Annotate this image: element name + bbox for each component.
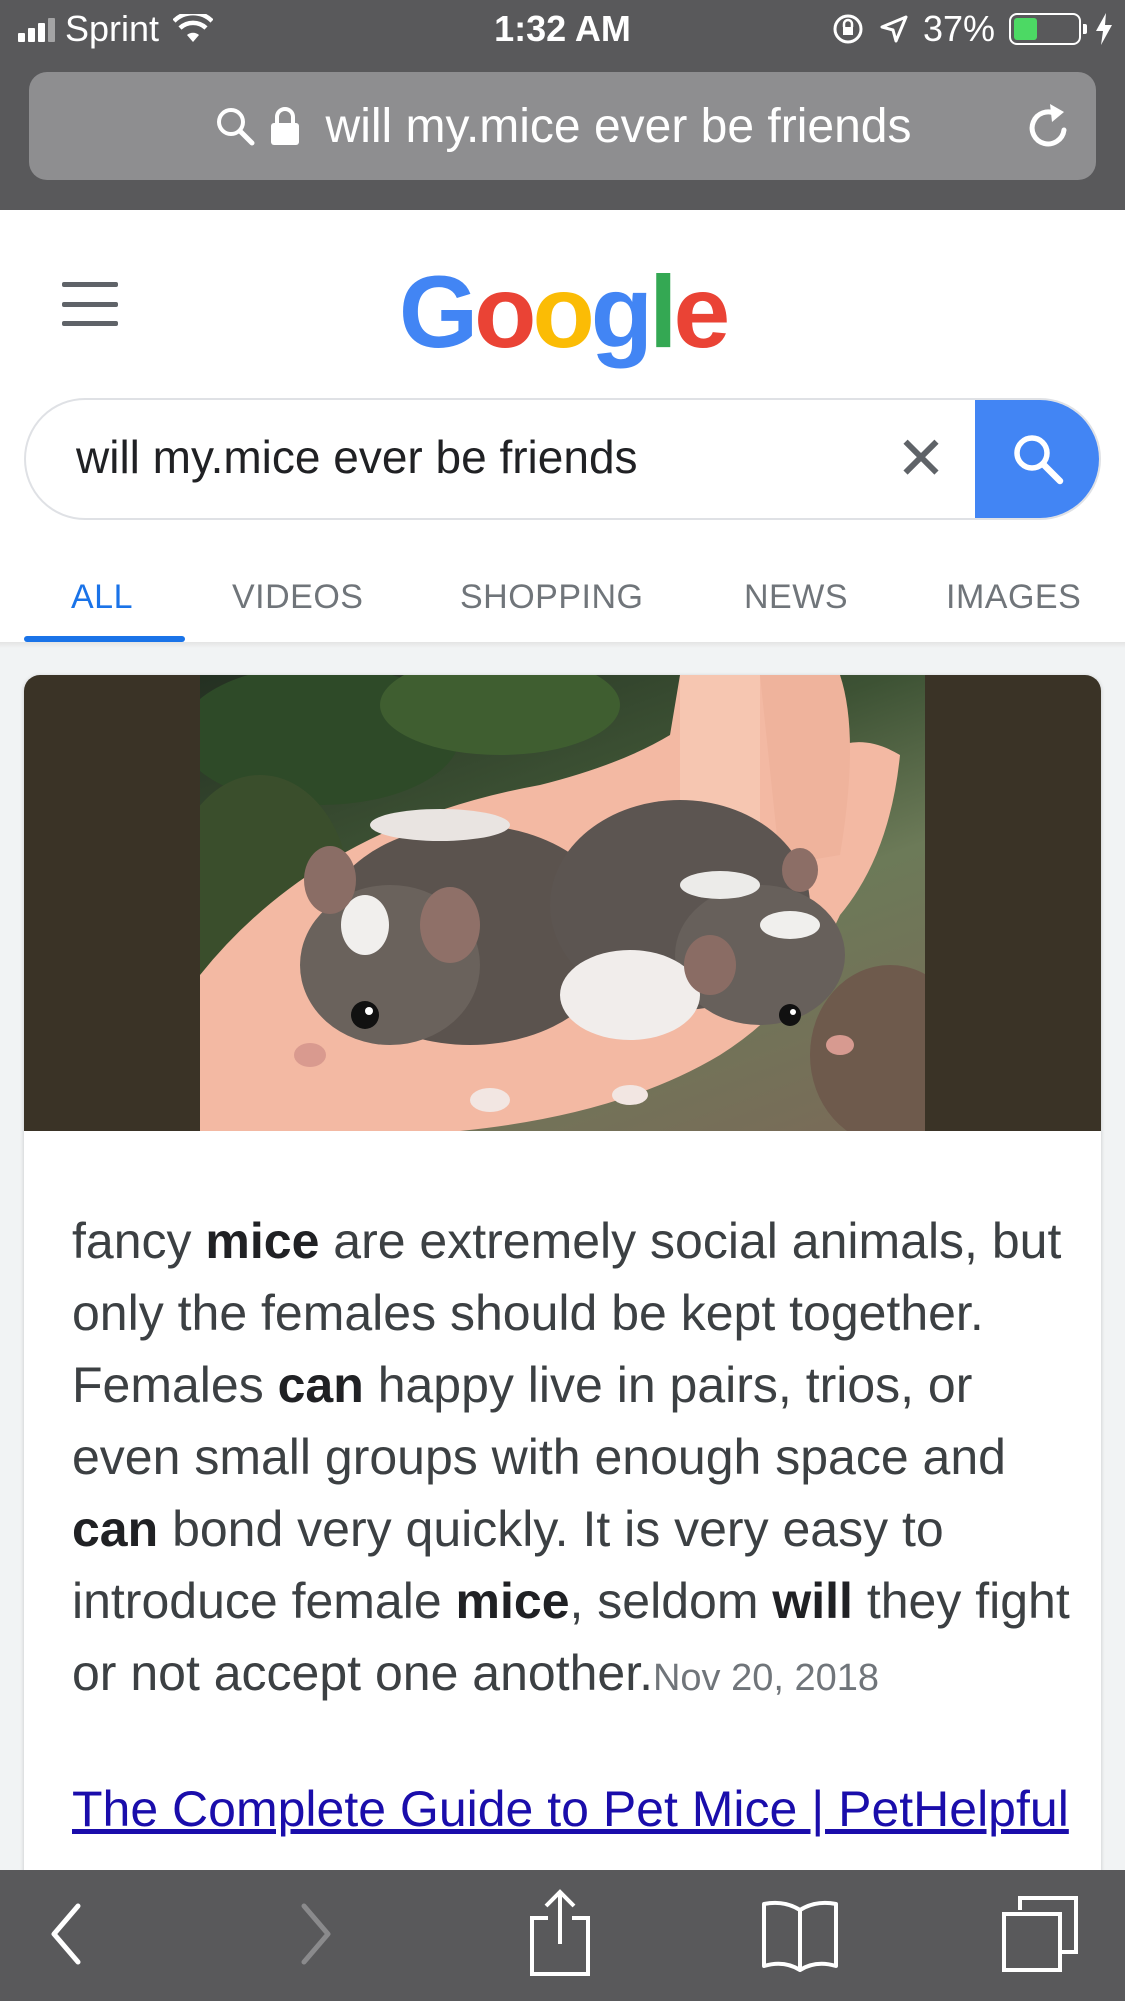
tab-shopping[interactable]: SHOPPING [460, 578, 643, 617]
snippet-date: Nov 20, 2018 [652, 1657, 880, 1699]
snippet-text: fancy mice are extremely social animals,… [72, 1205, 1072, 1714]
search-input[interactable]: will my.mice ever be friends [76, 430, 638, 484]
snippet-image-frame[interactable] [24, 675, 1101, 1131]
search-results-page: Google will my.mice ever be friends ✕ AL… [0, 210, 1125, 1935]
battery-percent: 37% [922, 8, 995, 49]
clear-icon[interactable]: ✕ [886, 424, 956, 494]
logo-letter: G [398, 255, 478, 369]
browser-top-chrome: Sprint 1:32 AM 37% will my.mice ever be … [0, 0, 1125, 210]
snippet-highlight: mice [205, 1213, 320, 1269]
logo-letter: g [590, 255, 653, 369]
search-button[interactable] [975, 400, 1099, 518]
google-logo[interactable]: Google [0, 254, 1125, 371]
featured-snippet-card: fancy mice are extremely social animals,… [24, 675, 1101, 1935]
lock-icon [270, 107, 299, 145]
location-arrow-icon [880, 15, 908, 43]
tab-news[interactable]: NEWS [744, 578, 848, 617]
back-icon[interactable] [46, 1894, 86, 1974]
logo-letter: e [673, 255, 730, 369]
charging-bolt-icon [1096, 13, 1112, 45]
google-header: Google will my.mice ever be friends ✕ AL… [0, 210, 1125, 642]
snippet-segment: fancy [72, 1213, 206, 1269]
url-display[interactable]: will my.mice ever be friends [29, 72, 1096, 180]
search-tabs: ALL VIDEOS SHOPPING NEWS IMAGES [0, 560, 1125, 642]
tab-all[interactable]: ALL [71, 578, 133, 617]
header-shadow [0, 642, 1125, 648]
logo-letter: o [474, 255, 536, 369]
tabs-icon[interactable] [1000, 1894, 1080, 1974]
logo-letter: l [649, 255, 677, 369]
browser-toolbar [0, 1870, 1125, 2001]
url-bar[interactable]: will my.mice ever be friends [29, 72, 1096, 180]
result-title-link[interactable]: The Complete Guide to Pet Mice | PetHelp… [72, 1780, 1069, 1838]
logo-letter: o [532, 255, 594, 369]
mice-photo[interactable] [200, 675, 925, 1131]
snippet-highlight: will [772, 1573, 853, 1629]
share-icon[interactable] [528, 1888, 592, 1978]
rotation-lock-icon [833, 14, 863, 44]
snippet-highlight: mice [455, 1573, 570, 1629]
reload-icon[interactable] [1024, 100, 1074, 152]
snippet-body: fancy mice are extremely social animals,… [72, 1213, 1070, 1701]
forward-icon[interactable] [296, 1894, 336, 1974]
snippet-highlight: can [72, 1501, 159, 1557]
url-text: will my.mice ever be friends [325, 99, 912, 153]
search-icon [216, 108, 255, 146]
snippet-segment: , seldom [569, 1573, 773, 1629]
status-bar: Sprint 1:32 AM 37% [0, 0, 1125, 64]
mice-photo-illustration [200, 675, 925, 1131]
bookmarks-icon[interactable] [760, 1894, 840, 1974]
battery-icon [1009, 13, 1087, 45]
search-icon [1014, 435, 1064, 485]
snippet-highlight: can [277, 1357, 364, 1413]
status-right: 37% [831, 8, 1113, 50]
battery-fill [1014, 18, 1037, 40]
tab-images[interactable]: IMAGES [946, 578, 1081, 617]
tab-videos[interactable]: VIDEOS [232, 578, 363, 617]
search-box[interactable]: will my.mice ever be friends ✕ [24, 398, 1101, 520]
